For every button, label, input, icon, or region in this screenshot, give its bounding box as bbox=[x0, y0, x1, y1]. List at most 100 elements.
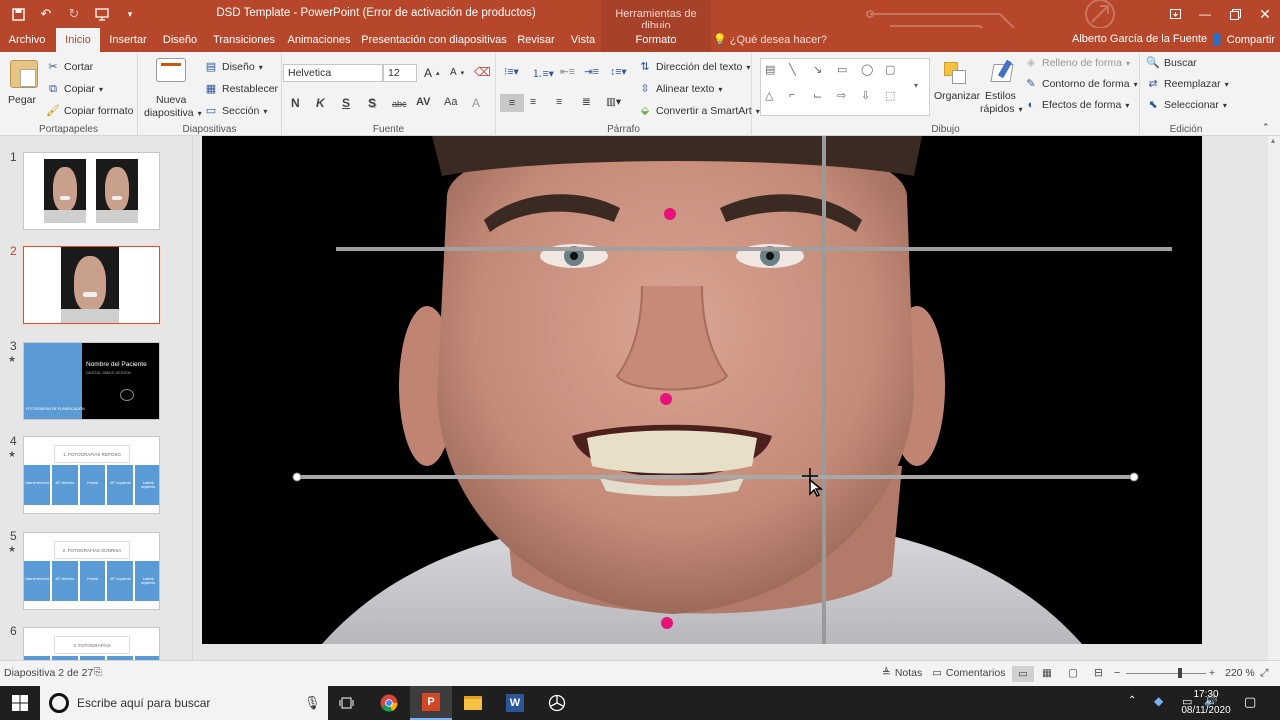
camera-app-icon[interactable] bbox=[536, 686, 578, 720]
layout-button[interactable]: ▤ Diseño ▾ bbox=[204, 60, 263, 74]
tab-presentacion[interactable]: Presentación con diapositivas bbox=[360, 28, 508, 52]
elbow-shape-icon[interactable]: ⌙ bbox=[813, 89, 822, 102]
tray-expand-icon[interactable]: ⌃ bbox=[1128, 695, 1136, 706]
arrange-button[interactable]: Organizar bbox=[934, 90, 980, 102]
slide-sorter-icon[interactable]: ▦ bbox=[1042, 667, 1052, 679]
text-direction-button[interactable]: ⇅ Dirección del texto ▾ bbox=[638, 60, 750, 74]
notifications-icon[interactable]: ▢ bbox=[1244, 694, 1256, 710]
zoom-slider-thumb[interactable] bbox=[1178, 668, 1182, 678]
arrange-icon[interactable] bbox=[942, 60, 970, 88]
fit-slide-icon[interactable]: ⤢ bbox=[1260, 667, 1268, 680]
file-explorer-icon[interactable] bbox=[452, 686, 494, 720]
shapes-gallery[interactable]: ▤ ╲ ↘ ▭ ◯ ▢ △ ⌐ ⌙ ⇨ ⇩ ⬚ ▾ bbox=[760, 58, 930, 116]
new-slide-icon[interactable] bbox=[156, 58, 186, 82]
paste-button[interactable]: Pegar bbox=[8, 94, 36, 106]
zoom-slider[interactable] bbox=[1126, 673, 1206, 674]
slideshow-view-icon[interactable]: ⊟ bbox=[1094, 667, 1103, 679]
vertical-scrollbar[interactable]: ▴ bbox=[1268, 136, 1280, 660]
slide-thumb-5[interactable]: 2. FOTOGRAFÍAS SONRISA Lateral derecha 4… bbox=[23, 532, 160, 610]
select-button[interactable]: ⬉ Seleccionar ▾ bbox=[1146, 98, 1227, 112]
format-painter-button[interactable]: 🖌 Copiar formato bbox=[46, 104, 133, 118]
share-button[interactable]: 👤 Compartir bbox=[1210, 33, 1275, 46]
font-size-input[interactable]: 12 bbox=[383, 64, 417, 82]
decrease-indent-icon[interactable]: ⇤≡ bbox=[560, 66, 575, 78]
minimize-icon[interactable]: — bbox=[1190, 0, 1220, 28]
oval-shape-icon[interactable]: ◯ bbox=[861, 63, 873, 76]
numbering-icon[interactable]: ⒈≡▾ bbox=[532, 66, 554, 81]
tell-me-search[interactable]: 💡 ¿Qué desea hacer? bbox=[713, 33, 827, 46]
line-spacing-icon[interactable]: ↕≡▾ bbox=[610, 66, 627, 78]
arrow-right-shape-icon[interactable]: ⇨ bbox=[837, 89, 846, 102]
word-icon[interactable]: W bbox=[494, 686, 536, 720]
grow-font-button[interactable]: A ▴ bbox=[424, 66, 440, 80]
tab-formato[interactable]: Formato bbox=[601, 28, 711, 52]
slide-editor[interactable] bbox=[202, 136, 1202, 644]
smartart-button[interactable]: ⬙ Convertir a SmartArt ▾ bbox=[638, 104, 760, 118]
clock-date[interactable]: 08/11/2020 bbox=[1176, 705, 1236, 716]
tab-transiciones[interactable]: Transiciones bbox=[209, 28, 279, 52]
bold-button[interactable]: N bbox=[291, 96, 300, 110]
task-view-icon[interactable] bbox=[326, 686, 368, 720]
quick-styles-button[interactable]: rápidos ▾ bbox=[980, 103, 1022, 115]
patient-face-photo[interactable] bbox=[202, 136, 1202, 644]
connector-shape-icon[interactable]: ⌐ bbox=[789, 89, 795, 101]
dropbox-icon[interactable]: ◆ bbox=[1154, 694, 1163, 708]
find-button[interactable]: 🔍 Buscar bbox=[1146, 56, 1197, 70]
tab-animaciones[interactable]: Animaciones bbox=[284, 28, 354, 52]
spellcheck-icon[interactable]: ⎘ bbox=[94, 667, 102, 678]
user-name[interactable]: Alberto García de la Fuente bbox=[1072, 33, 1207, 45]
strikethrough-button[interactable]: abc bbox=[392, 99, 407, 109]
ribbon-display-icon[interactable] bbox=[1160, 0, 1190, 28]
slide-thumb-3[interactable]: Nombre del Paciente DIGITAL SMILE DESIGN… bbox=[23, 342, 160, 420]
arrow-line-shape-icon[interactable]: ↘ bbox=[813, 63, 822, 76]
tab-insertar[interactable]: Insertar bbox=[104, 28, 152, 52]
taskbar-search-input[interactable]: Escribe aquí para buscar 🎙 bbox=[40, 686, 328, 720]
new-slide-label-1[interactable]: Nueva bbox=[156, 94, 186, 106]
font-color-button[interactable]: A bbox=[472, 96, 480, 110]
copy-button[interactable]: ⧉ Copiar ▾ bbox=[46, 82, 103, 96]
shrink-font-button[interactable]: A ▾ bbox=[450, 67, 464, 78]
tab-archivo[interactable]: Archivo bbox=[4, 28, 50, 52]
char-spacing-button[interactable]: AV bbox=[416, 96, 430, 108]
italic-button[interactable]: K bbox=[316, 96, 325, 110]
align-center-icon[interactable]: ≡ bbox=[530, 96, 536, 108]
comments-button[interactable]: ▭ Comentarios bbox=[932, 667, 1005, 679]
shadow-button[interactable]: S bbox=[368, 96, 376, 110]
increase-indent-icon[interactable]: ⇥≡ bbox=[584, 66, 599, 78]
arrow-down-shape-icon[interactable]: ⇩ bbox=[861, 89, 870, 102]
cut-button[interactable]: ✂ Cortar bbox=[46, 60, 93, 74]
normal-view-icon[interactable]: ▭ bbox=[1012, 666, 1034, 682]
line-shape-icon[interactable]: ╲ bbox=[789, 63, 796, 76]
restore-icon[interactable] bbox=[1220, 0, 1250, 28]
shape-fill-button[interactable]: ◈ Relleno de forma ▾ bbox=[1024, 56, 1130, 70]
paste-icon[interactable] bbox=[10, 60, 38, 88]
align-left-icon[interactable]: ≡ bbox=[500, 94, 524, 112]
quick-styles-icon[interactable] bbox=[988, 58, 1016, 86]
columns-icon[interactable]: ▥▾ bbox=[606, 96, 621, 108]
collapse-ribbon-icon[interactable]: ⌃ bbox=[1262, 122, 1270, 133]
bullets-icon[interactable]: ⁝≡▾ bbox=[504, 66, 519, 78]
slide-thumb-6[interactable]: 3. FOTOGRAFÍAS bbox=[23, 627, 160, 660]
tab-inicio[interactable]: Inicio bbox=[56, 28, 100, 52]
zoom-in-icon[interactable]: + bbox=[1209, 667, 1215, 679]
tab-vista[interactable]: Vista bbox=[564, 28, 602, 52]
zoom-level[interactable]: 220 % bbox=[1225, 667, 1255, 679]
notes-button[interactable]: ≜ Notas bbox=[882, 667, 922, 679]
rounded-rect-shape-icon[interactable]: ▢ bbox=[885, 63, 895, 76]
quick-styles-label-1[interactable]: Estilos bbox=[985, 90, 1016, 102]
rectangle-shape-icon[interactable]: ▭ bbox=[837, 63, 847, 76]
powerpoint-icon[interactable]: P bbox=[410, 686, 452, 720]
slide-thumb-2[interactable] bbox=[23, 246, 160, 324]
tab-diseno[interactable]: Diseño bbox=[158, 28, 202, 52]
reset-button[interactable]: ▦ Restablecer bbox=[204, 82, 278, 96]
scroll-up-icon[interactable]: ▴ bbox=[1271, 136, 1275, 145]
windows-start-icon[interactable] bbox=[0, 686, 40, 720]
new-slide-button[interactable]: diapositiva ▾ bbox=[144, 107, 202, 119]
microphone-icon[interactable]: 🎙 bbox=[304, 695, 321, 711]
triangle-shape-icon[interactable]: △ bbox=[765, 89, 773, 102]
shape-outline-button[interactable]: ✎ Contorno de forma ▾ bbox=[1024, 77, 1137, 91]
replace-button[interactable]: ⇄ Reemplazar ▾ bbox=[1146, 77, 1228, 91]
slide-thumb-4[interactable]: 1. FOTOGRAFÍAS REPOSO Lateral derecha 45… bbox=[23, 436, 160, 514]
slide-thumb-1[interactable] bbox=[23, 152, 160, 230]
change-case-button[interactable]: Aa bbox=[444, 96, 457, 108]
